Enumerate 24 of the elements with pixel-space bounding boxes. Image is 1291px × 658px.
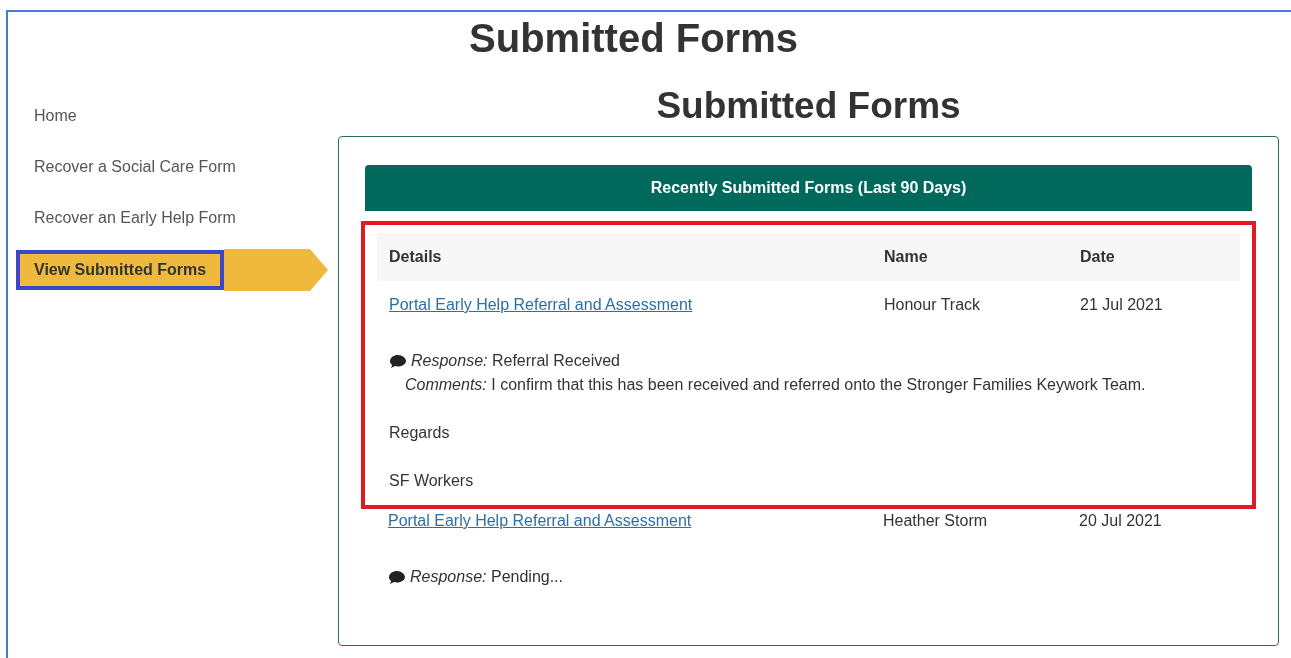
page-title: Submitted Forms — [468, 16, 799, 60]
sidebar-item[interactable]: Home — [16, 96, 95, 136]
column-header: Date — [1080, 247, 1116, 267]
comment-icon — [389, 353, 407, 369]
section-heading: Submitted Forms — [655, 86, 962, 126]
table-cell-text: Honour Track — [884, 295, 982, 315]
panel-title: Recently Submitted Forms (Last 90 Days) — [365, 165, 1252, 211]
comment-line: SF Workers — [389, 471, 475, 491]
table-cell-text: 20 Jul 2021 — [1079, 511, 1163, 531]
response-text: Response: Referral Received — [389, 349, 1228, 373]
sidebar-item[interactable]: Recover an Early Help Form — [16, 198, 254, 238]
comment-icon — [388, 569, 406, 585]
form-link[interactable]: Portal Early Help Referral and Assessment — [388, 512, 692, 529]
sidebar-item[interactable]: Recover a Social Care Form — [16, 147, 254, 187]
comments-text: Comments: I confirm that this has been received and referred onto the Stronger Families Keywork Team. — [404, 375, 1147, 395]
form-link[interactable]: Portal Early Help Referral and Assessment — [389, 296, 693, 313]
table-cell-text: 21 Jul 2021 — [1080, 295, 1164, 315]
active-arrow-icon — [224, 249, 329, 291]
response-text: Response: Pending... — [388, 565, 1229, 589]
column-header: Details — [389, 247, 443, 267]
comment-line: Regards — [389, 423, 451, 443]
table-cell-text: Heather Storm — [883, 511, 989, 531]
column-header: Name — [884, 247, 929, 267]
sidebar-item[interactable]: View Submitted Forms — [16, 250, 225, 290]
